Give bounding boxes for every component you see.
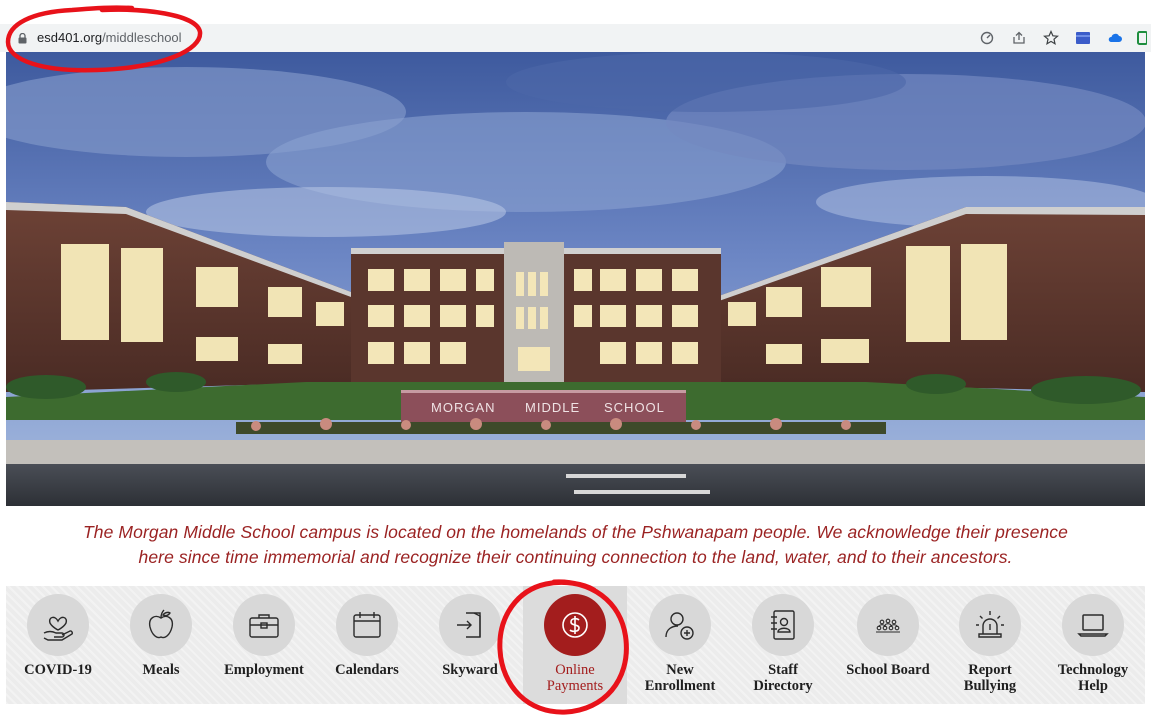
sign-in-door-icon <box>457 612 481 638</box>
quick-link-circle <box>857 594 919 656</box>
extension-blue-icon[interactable] <box>1073 28 1093 48</box>
group-icon <box>876 618 900 633</box>
bookmark-star-icon[interactable] <box>1041 28 1061 48</box>
quick-link-circle <box>439 594 501 656</box>
quick-link-report-bullying[interactable]: Report Bullying <box>940 586 1040 704</box>
quick-link-circle <box>27 594 89 656</box>
land-acknowledgement: The Morgan Middle School campus is locat… <box>0 520 1151 570</box>
address-bar[interactable]: esd401.org/middleschool <box>4 24 1070 52</box>
quick-link-circle <box>959 594 1021 656</box>
quick-link-label: Skyward <box>442 662 498 678</box>
contact-book-icon <box>771 610 795 640</box>
quick-link-staff-directory[interactable]: Staff Directory <box>733 586 833 704</box>
quick-link-circle <box>1062 594 1124 656</box>
quick-link-employment[interactable]: Employment <box>214 586 314 704</box>
lock-icon <box>18 33 27 44</box>
extension-green-icon[interactable] <box>1137 28 1147 48</box>
quick-link-circle <box>130 594 192 656</box>
alarm-siren-icon <box>976 611 1004 638</box>
quick-link-label: Calendars <box>335 662 399 678</box>
dollar-circle-icon <box>562 612 588 638</box>
quick-link-covid-19[interactable]: COVID-19 <box>8 586 108 704</box>
quick-link-meals[interactable]: Meals <box>111 586 211 704</box>
browser-toolbar: esd401.org/middleschool <box>0 24 1151 52</box>
quick-link-skyward[interactable]: Skyward <box>420 586 520 704</box>
calendar-icon <box>353 612 381 638</box>
quick-link-circle <box>544 594 606 656</box>
quick-link-label: School Board <box>846 662 930 678</box>
quick-link-new-enrollment[interactable]: New Enrollment <box>630 586 730 704</box>
quick-link-label: Online Payments <box>546 662 604 694</box>
sign-word: SCHOOL <box>604 400 665 415</box>
quick-link-online-payments[interactable]: Online Payments <box>523 586 627 704</box>
url-domain: esd401.org <box>37 30 103 45</box>
quick-link-circle <box>752 594 814 656</box>
tracking-icon[interactable] <box>977 28 997 48</box>
heart-hand-icon <box>43 616 73 641</box>
quick-link-calendars[interactable]: Calendars <box>317 586 417 704</box>
quick-link-circle <box>233 594 295 656</box>
quick-link-label: New Enrollment <box>644 662 716 694</box>
quick-link-circle <box>336 594 398 656</box>
quick-link-school-board[interactable]: School Board <box>836 586 940 704</box>
url-text[interactable]: esd401.org/middleschool <box>37 30 182 45</box>
add-user-icon <box>665 612 694 640</box>
quick-link-label: COVID-19 <box>24 662 92 678</box>
sign-word: MIDDLE <box>525 400 580 415</box>
laptop-icon <box>1077 614 1109 637</box>
toolbar-icons <box>977 24 1151 52</box>
hero-image: MORGAN MIDDLE SCHOOL <box>6 52 1145 506</box>
url-path: /middleschool <box>102 30 182 45</box>
acknowledgement-line-1: The Morgan Middle School campus is locat… <box>83 522 1068 542</box>
acknowledgement-line-2: here since time immemorial and recognize… <box>138 547 1013 567</box>
share-icon[interactable] <box>1009 28 1029 48</box>
quick-link-label: Meals <box>142 662 180 678</box>
sign-word: MORGAN <box>431 400 496 415</box>
apple-icon <box>148 609 174 639</box>
briefcase-icon <box>249 614 279 638</box>
quick-link-technology-help[interactable]: Technology Help <box>1043 586 1143 704</box>
quick-links-bar: COVID-19 Meals Employment Calendars Skyw… <box>6 586 1145 704</box>
extension-cloud-icon[interactable] <box>1105 28 1125 48</box>
page: esd401.org/middleschool MORGAN MIDDLE SC… <box>0 0 1151 717</box>
quick-link-label: Technology Help <box>1057 662 1129 694</box>
quick-link-circle <box>649 594 711 656</box>
quick-link-label: Staff Directory <box>753 662 813 694</box>
quick-link-label: Report Bullying <box>963 662 1017 694</box>
quick-link-label: Employment <box>224 662 304 678</box>
